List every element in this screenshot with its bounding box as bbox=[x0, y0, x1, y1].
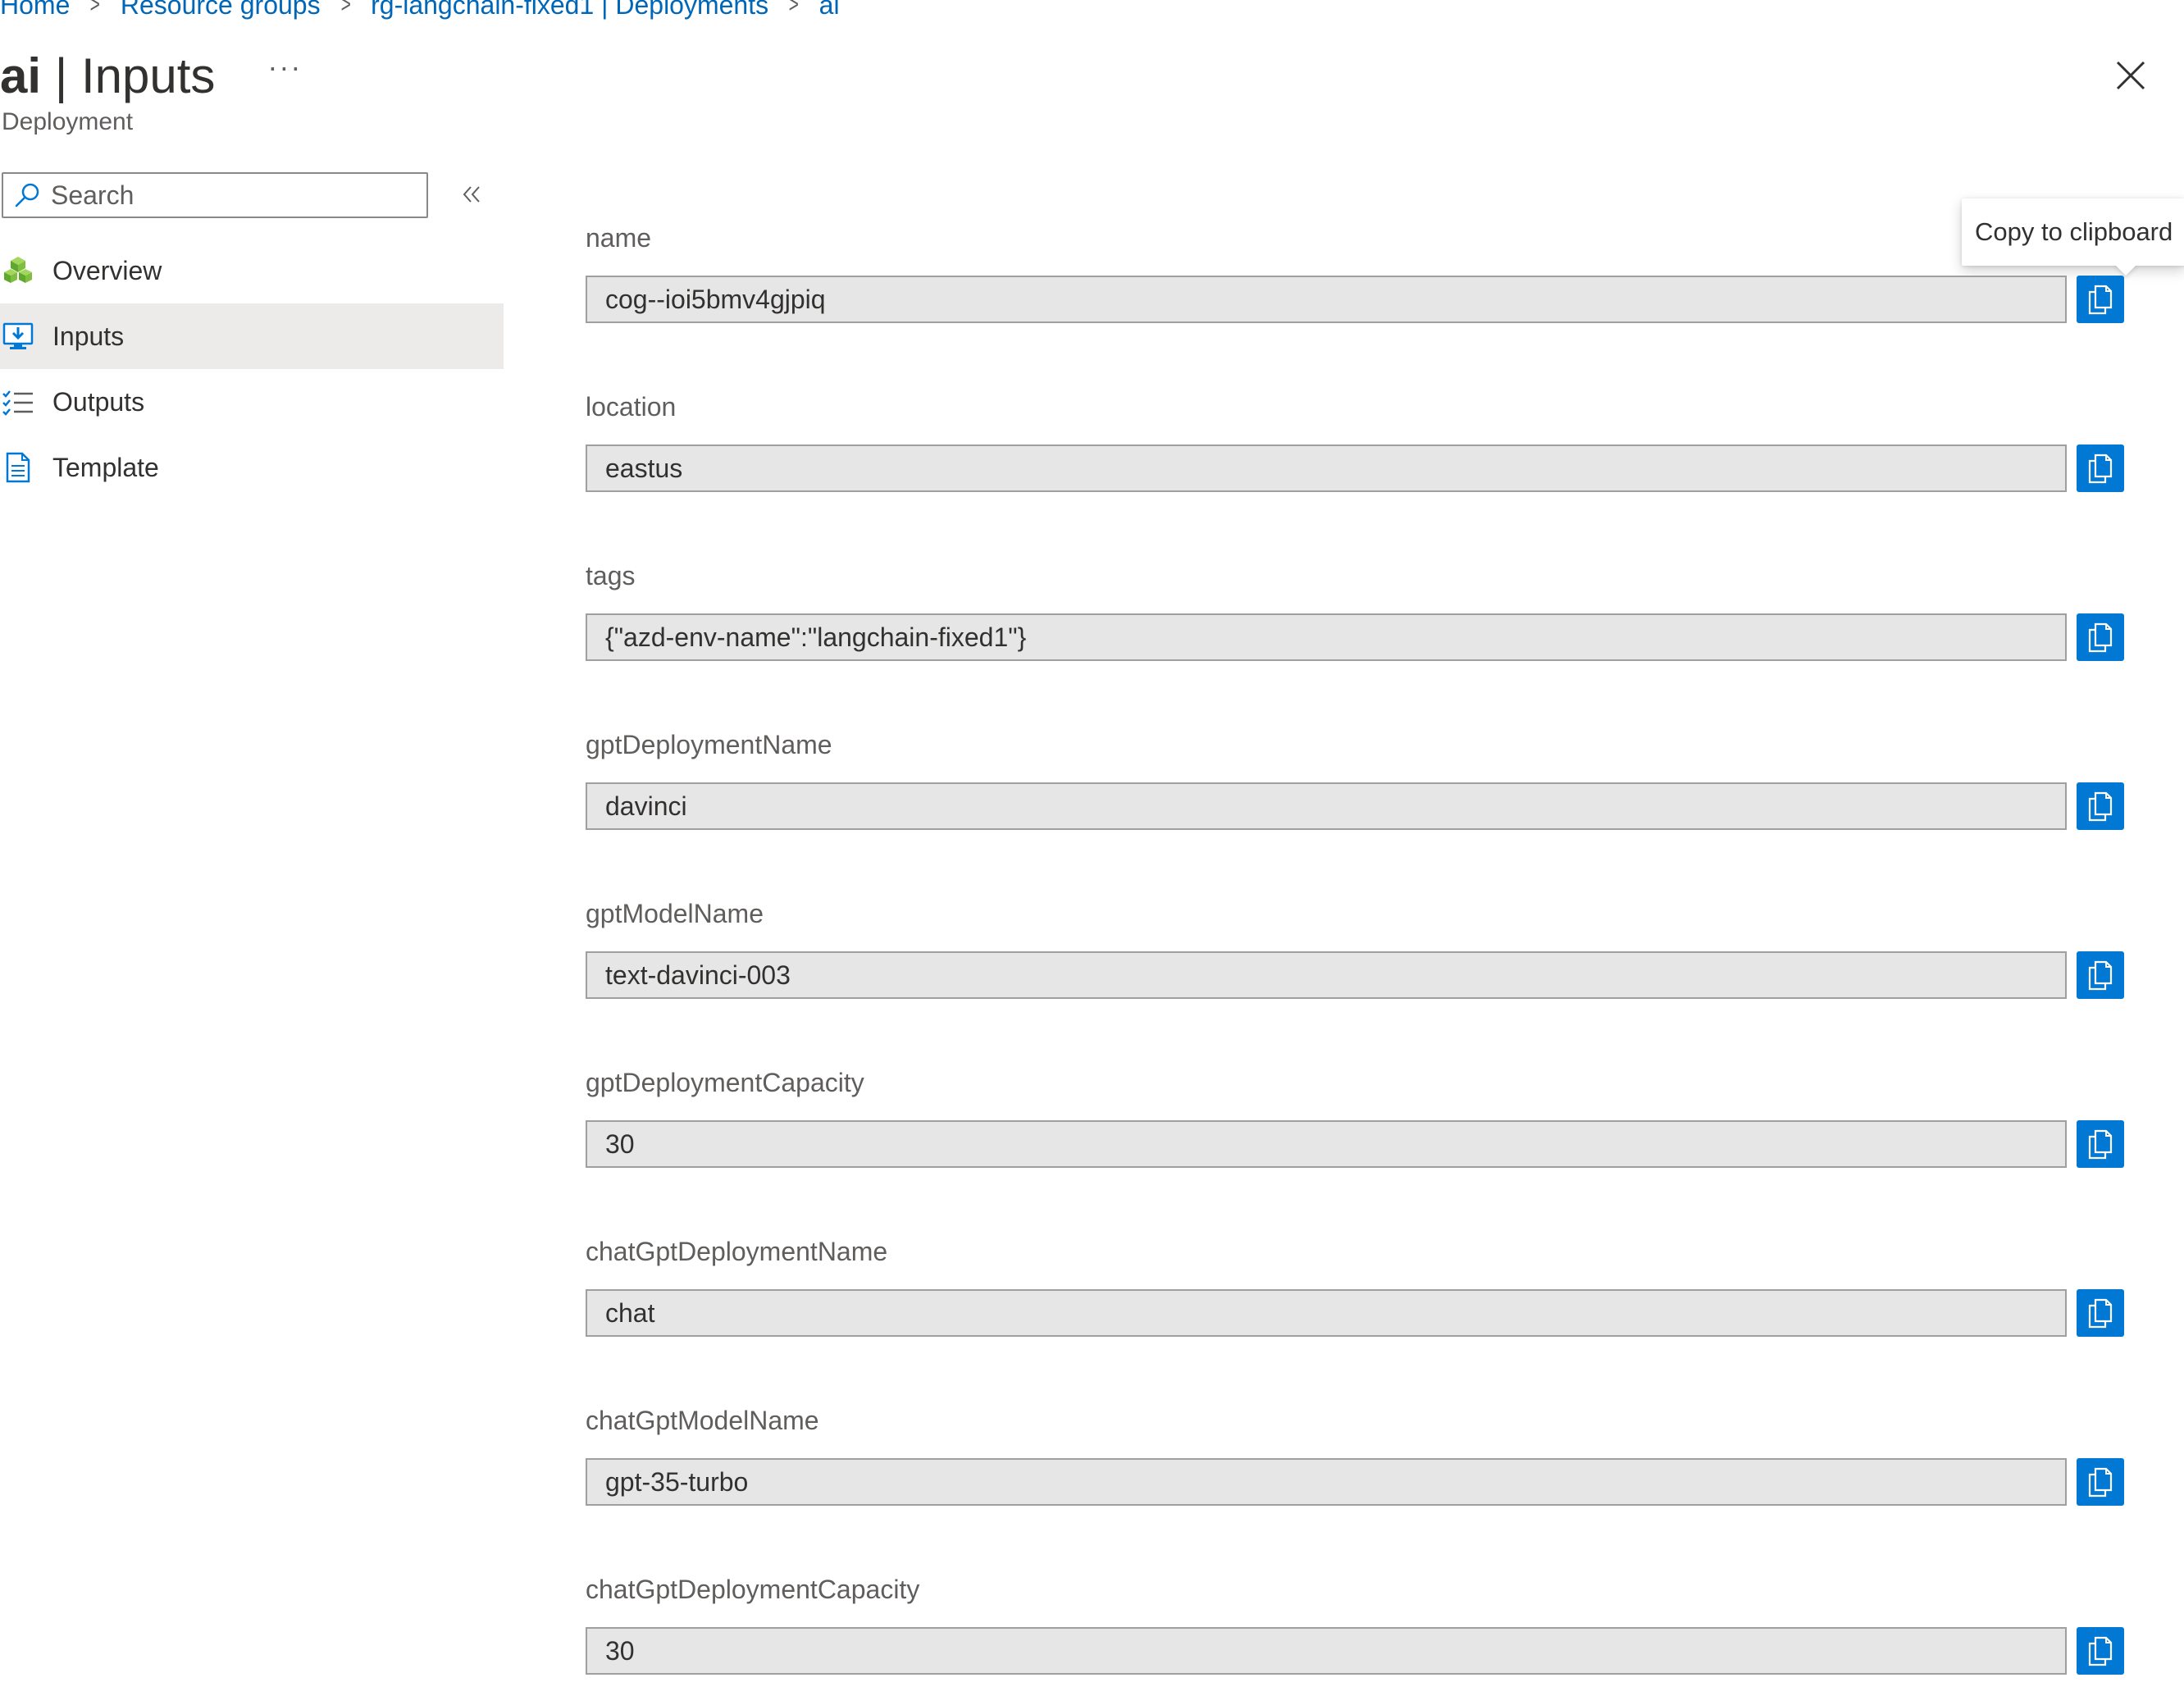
breadcrumb-deployments-link[interactable]: rg-langchain-fixed1 | Deployments bbox=[371, 0, 768, 21]
field-label: gptModelName bbox=[586, 899, 764, 928]
copy-button[interactable] bbox=[2077, 1120, 2124, 1168]
inputs-monitor-download-icon bbox=[2, 320, 34, 353]
field-gpt-deployment-capacity: gptDeploymentCapacity 30 bbox=[586, 1066, 2127, 1168]
field-row: 30 bbox=[586, 1627, 2124, 1675]
copy-button[interactable] bbox=[2077, 444, 2124, 492]
copy-button[interactable] bbox=[2077, 1627, 2124, 1675]
copy-icon bbox=[2088, 622, 2113, 653]
field-name: name cog--ioi5bmv4gjpiq bbox=[586, 221, 2127, 323]
sidebar-nav: Overview Inputs Outputs Template bbox=[0, 238, 504, 500]
close-icon bbox=[2116, 61, 2145, 90]
field-row: {"azd-env-name":"langchain-fixed1"} bbox=[586, 613, 2124, 661]
sidebar-item-label: Outputs bbox=[52, 386, 145, 417]
copy-icon bbox=[2088, 1467, 2113, 1498]
field-value[interactable]: text-davinci-003 bbox=[586, 951, 2067, 999]
field-label: tags bbox=[586, 561, 636, 590]
field-value[interactable]: {"azd-env-name":"langchain-fixed1"} bbox=[586, 613, 2067, 661]
sidebar-item-label: Template bbox=[52, 452, 159, 482]
sidebar-item-label: Inputs bbox=[52, 321, 125, 351]
field-row: davinci bbox=[586, 782, 2124, 830]
title-row: ai | Inputs ··· bbox=[0, 43, 302, 108]
copy-icon bbox=[2088, 1129, 2113, 1160]
copy-icon bbox=[2088, 454, 2113, 484]
page-title-resource: ai bbox=[0, 48, 42, 103]
field-row: 30 bbox=[586, 1120, 2124, 1168]
field-value[interactable]: davinci bbox=[586, 782, 2067, 830]
field-label: name bbox=[586, 223, 652, 253]
sidebar-item-label: Overview bbox=[52, 255, 162, 285]
copy-button[interactable] bbox=[2077, 1289, 2124, 1337]
copy-button[interactable] bbox=[2077, 782, 2124, 830]
field-value[interactable]: gpt-35-turbo bbox=[586, 1458, 2067, 1506]
field-location: location eastus bbox=[586, 390, 2127, 492]
outputs-checklist-icon bbox=[2, 385, 34, 418]
copy-button[interactable] bbox=[2077, 1458, 2124, 1506]
field-chat-gpt-deployment-capacity: chatGptDeploymentCapacity 30 bbox=[586, 1573, 2127, 1675]
chevron-right-icon: > bbox=[89, 0, 101, 18]
tooltip-beak bbox=[2114, 264, 2137, 276]
field-value[interactable]: 30 bbox=[586, 1120, 2067, 1168]
page-title: ai | Inputs bbox=[0, 48, 215, 104]
field-label: chatGptDeploymentCapacity bbox=[586, 1575, 920, 1604]
field-value[interactable]: cog--ioi5bmv4gjpiq bbox=[586, 276, 2067, 323]
field-value[interactable]: chat bbox=[586, 1289, 2067, 1337]
close-button[interactable] bbox=[2113, 57, 2149, 93]
copy-icon bbox=[2088, 1298, 2113, 1329]
chevron-right-icon: > bbox=[340, 0, 351, 18]
breadcrumb-ai-link[interactable]: ai bbox=[819, 0, 840, 21]
page-title-section: | Inputs bbox=[41, 48, 216, 103]
field-value[interactable]: 30 bbox=[586, 1627, 2067, 1675]
copy-button[interactable] bbox=[2077, 951, 2124, 999]
more-options-button[interactable]: ··· bbox=[267, 50, 302, 84]
sidebar-item-outputs[interactable]: Outputs bbox=[0, 369, 504, 435]
field-label: chatGptDeploymentName bbox=[586, 1237, 888, 1266]
field-row: text-davinci-003 bbox=[586, 951, 2124, 999]
collapse-sidebar-button[interactable] bbox=[459, 182, 484, 207]
field-row: eastus bbox=[586, 444, 2124, 492]
field-label: location bbox=[586, 392, 677, 422]
copy-button[interactable] bbox=[2077, 613, 2124, 661]
copy-button[interactable] bbox=[2077, 276, 2124, 323]
sidebar-item-inputs[interactable]: Inputs bbox=[0, 303, 504, 369]
field-row: cog--ioi5bmv4gjpiq bbox=[586, 276, 2124, 323]
field-row: gpt-35-turbo bbox=[586, 1458, 2124, 1506]
breadcrumb-home-link[interactable]: Home bbox=[0, 0, 70, 21]
field-label: chatGptModelName bbox=[586, 1406, 819, 1435]
field-value[interactable]: eastus bbox=[586, 444, 2067, 492]
double-chevron-left-icon bbox=[463, 186, 480, 203]
copy-icon bbox=[2088, 791, 2113, 822]
copy-icon bbox=[2088, 1636, 2113, 1666]
sidebar-item-template[interactable]: Template bbox=[0, 435, 504, 500]
page-subtitle: Deployment bbox=[2, 108, 134, 135]
field-tags: tags {"azd-env-name":"langchain-fixed1"} bbox=[586, 559, 2127, 661]
field-gpt-deployment-name: gptDeploymentName davinci bbox=[586, 728, 2127, 830]
breadcrumb-resource-groups-link[interactable]: Resource groups bbox=[121, 0, 321, 21]
field-chat-gpt-deployment-name: chatGptDeploymentName chat bbox=[586, 1235, 2127, 1337]
copy-icon bbox=[2088, 960, 2113, 991]
field-label: gptDeploymentCapacity bbox=[586, 1068, 864, 1097]
field-chat-gpt-model-name: chatGptModelName gpt-35-turbo bbox=[586, 1404, 2127, 1506]
field-row: chat bbox=[586, 1289, 2124, 1337]
search-box[interactable] bbox=[2, 172, 428, 218]
search-input[interactable] bbox=[49, 179, 405, 212]
chevron-right-icon: > bbox=[788, 0, 800, 18]
breadcrumb: Home > Resource groups > rg-langchain-fi… bbox=[0, 0, 840, 21]
search-icon bbox=[15, 183, 39, 207]
overview-cubes-icon bbox=[2, 254, 34, 287]
sidebar-item-overview[interactable]: Overview bbox=[0, 238, 504, 303]
template-document-icon bbox=[2, 451, 34, 484]
field-label: gptDeploymentName bbox=[586, 730, 832, 759]
copy-icon bbox=[2088, 285, 2113, 315]
field-gpt-model-name: gptModelName text-davinci-003 bbox=[586, 897, 2127, 999]
